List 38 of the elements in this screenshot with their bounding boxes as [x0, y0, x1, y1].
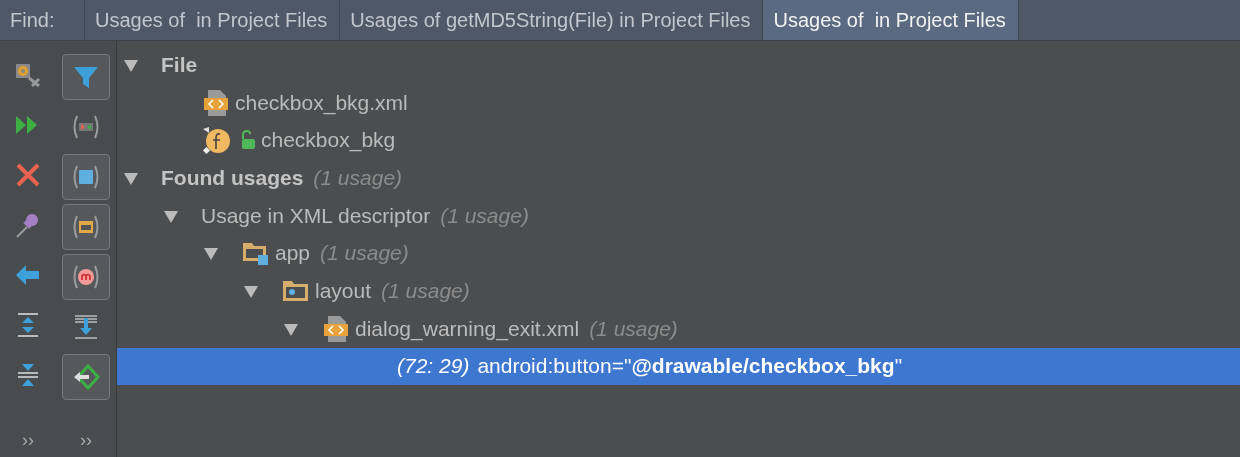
more-tools[interactable]: ››	[22, 430, 34, 451]
tree-row[interactable]: Usage in XML descriptor (1 usage)	[117, 196, 1240, 235]
node-label: app	[275, 241, 311, 266]
xml-file-icon	[201, 87, 231, 118]
folder-toggle[interactable]	[62, 204, 110, 250]
node-label: Found usages	[161, 165, 304, 190]
tree-row[interactable]: checkbox_bkg.xml	[117, 83, 1240, 122]
node-label: checkbox_bkg.xml	[235, 90, 408, 115]
node-label: checkbox_bkg	[261, 128, 396, 153]
group-toggle[interactable]	[62, 154, 110, 200]
module-toggle[interactable]	[62, 254, 110, 300]
tree-row[interactable]: layout (1 usage)	[117, 272, 1240, 310]
usage-text: android:button="@drawable/checkbox_bkg"	[477, 354, 903, 379]
export-toggle[interactable]	[62, 354, 110, 400]
node-label: dialog_warning_exit.xml	[355, 316, 580, 341]
tree-row[interactable]: dialog_warning_exit.xml (1 usage)	[117, 309, 1240, 348]
node-label: File	[161, 52, 198, 77]
line-location: (72: 29)	[397, 354, 470, 379]
find-label: Find:	[0, 0, 85, 40]
node-label: Usage in XML descriptor	[201, 203, 431, 228]
tree-row[interactable]: Found usages (1 usage)	[117, 159, 1240, 197]
usage-count: (1 usage)	[313, 165, 403, 190]
tree-row[interactable]: app (1 usage)	[117, 234, 1240, 273]
tree-row[interactable]: checkbox_bkg	[117, 121, 1240, 160]
tree-row[interactable]: (72: 29) android:button="@drawable/checkbox_bkg"	[117, 347, 1240, 386]
node-label: layout	[315, 278, 372, 303]
tab[interactable]: Usages of in Project Files	[85, 0, 341, 40]
disclosure-triangle-icon[interactable]	[203, 245, 219, 262]
usage-count: (1 usage)	[320, 241, 409, 266]
tree-row[interactable]: File	[117, 46, 1240, 84]
filter-toggle[interactable]	[62, 54, 110, 100]
tab[interactable]: Usages of in Project Files	[763, 0, 1019, 40]
usage-count: (1 usage)	[440, 203, 529, 228]
usage-count: (1 usage)	[589, 316, 678, 341]
unlocked-padlock-icon	[239, 130, 257, 151]
xml-file-icon	[321, 313, 351, 344]
more-tools[interactable]: ››	[80, 430, 92, 451]
usage-count: (1 usage)	[381, 278, 470, 303]
